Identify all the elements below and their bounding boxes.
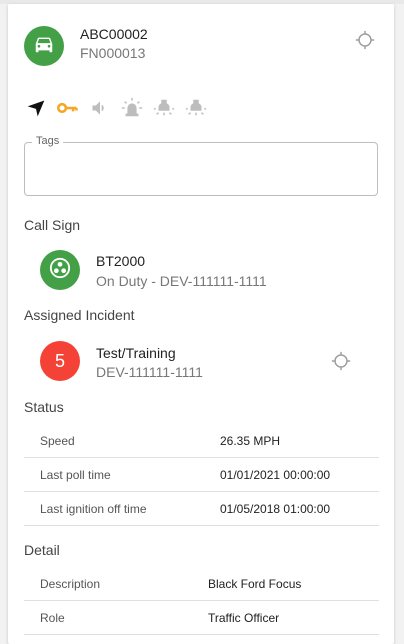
table-row: Speed 26.35 MPH (24, 424, 379, 458)
row-value: Black Ford Focus (208, 577, 302, 591)
vehicle-subtitle: FN000013 (80, 45, 146, 61)
siren-icon (121, 97, 143, 119)
car-icon (33, 33, 55, 60)
tags-field[interactable] (24, 142, 378, 196)
incident-reference: DEV-111111-1111 (96, 364, 203, 380)
light-bulb-icon (185, 97, 207, 119)
vehicle-avatar (24, 26, 64, 66)
detail-heading: Detail (24, 542, 60, 558)
vehicle-title: ABC00002 (80, 26, 148, 42)
incident-priority-badge: 5 (40, 341, 80, 381)
row-value: 01/05/2018 01:00:00 (220, 502, 331, 516)
detail-table: Description Black Ford Focus Role Traffi… (24, 567, 379, 635)
status-heading: Status (24, 399, 64, 415)
table-row: Description Black Ford Focus (24, 567, 379, 601)
key-icon (57, 97, 79, 119)
row-value: Traffic Officer (208, 611, 280, 625)
unit-icon (49, 257, 71, 284)
assigned-incident-heading: Assigned Incident (24, 307, 135, 323)
crosshair-icon (354, 30, 376, 55)
vehicle-status-icons (25, 97, 217, 119)
table-row: Last poll time 01/01/2021 00:00:00 (24, 458, 379, 492)
navigation-arrow-icon (25, 97, 47, 119)
call-sign-avatar (40, 250, 80, 290)
row-value: 01/01/2021 00:00:00 (220, 468, 331, 482)
call-sign-heading: Call Sign (24, 217, 81, 233)
tags-label: Tags (32, 135, 64, 147)
row-value: 26.35 MPH (220, 434, 281, 448)
table-row: Last ignition off time 01/05/2018 01:00:… (24, 492, 379, 526)
status-table: Speed 26.35 MPH Last poll time 01/01/202… (24, 424, 379, 526)
incident-title: Test/Training (96, 345, 176, 361)
locate-incident-button[interactable] (330, 350, 352, 372)
table-row: Role Traffic Officer (24, 601, 379, 635)
vehicle-details-card: ABC00002 FN000013 Tags Call Sign BT2000 … (8, 4, 394, 644)
row-label: Speed (40, 434, 75, 448)
row-label: Description (40, 577, 101, 591)
call-sign-title: BT2000 (96, 253, 146, 269)
row-label: Last poll time (40, 468, 111, 482)
locate-vehicle-button[interactable] (354, 29, 376, 51)
crosshair-icon (330, 351, 352, 376)
light-bulb-icon (153, 97, 175, 119)
row-label: Role (40, 611, 65, 625)
call-sign-status: On Duty - DEV-111111-1111 (96, 273, 267, 289)
row-label: Last ignition off time (40, 502, 147, 516)
speaker-icon (89, 97, 111, 119)
